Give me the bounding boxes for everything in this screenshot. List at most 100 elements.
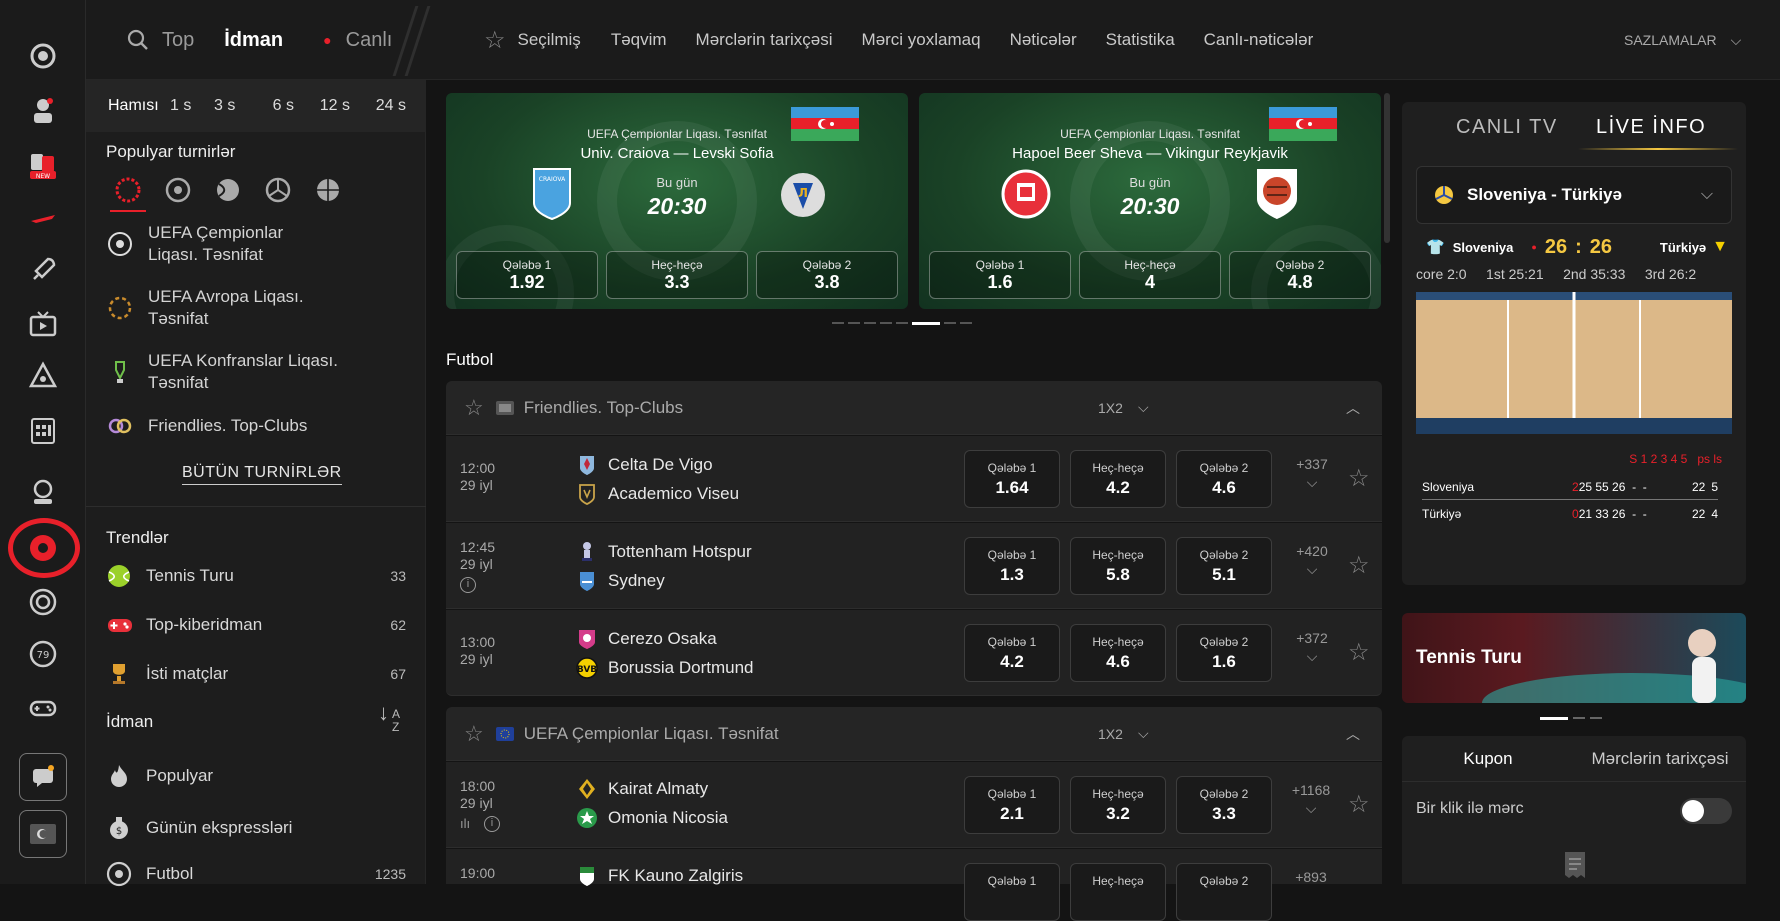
tab-canli[interactable]: Canlı [346,29,393,52]
tab-top[interactable]: Top [162,29,194,52]
sports-football-icon[interactable] [23,528,63,568]
home-team[interactable]: Cerezo Osaka [576,628,717,650]
trend-item[interactable]: Top-kiberidman 62 [106,605,406,645]
tab-idman[interactable]: İdman [224,29,283,52]
poker-icon[interactable] [23,356,63,396]
away-team[interactable]: Sydney [576,570,665,592]
star-icon[interactable]: ☆ [464,721,484,747]
favorite-star-icon[interactable]: ☆ [1348,790,1372,818]
sport-item[interactable]: $ Günün ekspressləri [106,808,406,848]
carousel-dot[interactable] [832,322,844,324]
league-header[interactable]: ☆ Friendlies. Top-Clubs 1X2 ⌵ ︿ [446,381,1382,435]
info-icon[interactable]: i [460,577,476,593]
odds-button[interactable]: Heç-heçə [1070,863,1166,921]
featured-match-card[interactable]: UEFA Çempionlar Liqası. Təsnifat Univ. C… [446,93,908,309]
banner-odds-button[interactable]: Qələbə 2 3.8 [756,251,898,299]
promo-dot[interactable] [1590,717,1602,719]
away-team[interactable]: Academico Viseu [576,483,739,505]
time-filter-24h[interactable]: 24 s [350,97,406,115]
carousel-dot[interactable] [864,322,876,324]
banner-odds-button[interactable]: Qələbə 1 1.6 [929,251,1071,299]
bingo-icon[interactable] [23,410,63,450]
nav-teqvim[interactable]: Təqvim [611,30,667,50]
nav-yoxlama[interactable]: Mərci yoxlamaq [862,30,981,50]
home-team[interactable]: Celta De Vigo [576,454,713,476]
carousel-dot[interactable] [848,322,860,324]
market-select[interactable]: 1X2 [1098,726,1123,742]
odds-button[interactable]: Heç-heçə 3.2 [1070,776,1166,834]
promo-dot[interactable] [1573,717,1585,719]
featured-match-card[interactable]: UEFA Çempionlar Liqası. Təsnifat Hapoel … [919,93,1381,309]
league-header[interactable]: ☆ UEFA Çempionlar Liqası. Təsnifat 1X2 ⌵… [446,707,1382,761]
match-row[interactable]: 12:45 29 iyl i Tottenham Hotspur Sydney … [446,523,1382,609]
match-select-dropdown[interactable]: Sloveniya - Türkiyə ⌵ [1416,166,1732,224]
sport-item[interactable]: Populyar [106,756,406,796]
carousel-dot[interactable] [960,322,972,324]
time-filter-1h[interactable]: 1 s [170,97,214,115]
match-row[interactable]: 18:00 29 iyl ılı i Kairat Almaty Omonia … [446,762,1382,848]
match-row[interactable]: 12:00 29 iyl Celta De Vigo Academico Vis… [446,436,1382,522]
tab-kupon[interactable]: Kupon [1402,749,1574,769]
football-filter-icon[interactable] [164,176,192,204]
odds-button[interactable]: Heç-heçə 4.2 [1070,450,1166,508]
tournament-item[interactable]: UEFA Çempionlar Liqası. Təsnifat [106,222,406,266]
odds-button[interactable]: Qələbə 1 1.64 [964,450,1060,508]
settings-dropdown[interactable]: SAZLAMALAR ⌵ [1624,0,1741,80]
tab-bet-history[interactable]: Mərclərin tarixçəsi [1574,749,1746,769]
casino-new-icon[interactable]: NEW [23,146,63,186]
carousel-dot[interactable] [944,322,956,324]
time-filter-all[interactable]: Hamısı [108,97,170,115]
gamepad-rail-icon[interactable] [23,688,63,728]
match-row[interactable]: 19:00 FK Kauno Zalgiris Qələbə 1 Heç-heç… [446,849,1382,921]
sport-item[interactable]: Futbol 1235 [106,854,406,894]
more-markets[interactable]: +420 ⌵ [1292,543,1332,578]
favorite-star-icon[interactable]: ☆ [1348,551,1372,579]
chevron-up-icon[interactable]: ︿ [1346,724,1360,744]
away-team[interactable]: BVB Borussia Dortmund [576,657,754,679]
nav-statistika[interactable]: Statistika [1106,30,1175,50]
odds-button[interactable]: Qələbə 1 4.2 [964,624,1060,682]
basketball-filter-icon[interactable] [314,176,342,204]
aviator-icon[interactable] [23,198,63,238]
dealer-icon[interactable] [23,90,63,130]
market-select[interactable]: 1X2 [1098,400,1123,416]
odds-button[interactable]: Qələbə 1 [964,863,1060,921]
odds-button[interactable]: Qələbə 1 2.1 [964,776,1060,834]
stats-icon[interactable]: ılı [460,816,470,831]
nav-canli-neticeler[interactable]: Canlı-nəticələr [1204,30,1314,50]
chevron-down-icon[interactable]: ⌵ [1138,725,1149,742]
flag-language-icon[interactable] [19,810,67,858]
search-icon[interactable] [126,28,150,52]
tv-games-icon[interactable] [23,304,63,344]
home-team[interactable]: Tottenham Hotspur [576,541,752,563]
trend-item[interactable]: İsti matçlar 67 [106,654,406,694]
odds-button[interactable]: Qələbə 2 3.3 [1176,776,1272,834]
carousel-dot[interactable] [880,322,892,324]
more-markets[interactable]: +1168 ⌵ [1286,782,1336,817]
tournament-item[interactable]: UEFA Avropa Liqası. Təsnifat [106,286,406,330]
target-icon[interactable] [23,582,63,622]
favorite-star-icon[interactable]: ☆ [1348,464,1372,492]
esports-icon[interactable] [23,472,63,512]
banner-odds-button[interactable]: Qələbə 1 1.92 [456,251,598,299]
rocket-icon[interactable] [23,250,63,290]
more-markets[interactable]: +337 ⌵ [1292,456,1332,491]
chevron-up-icon[interactable]: ︿ [1346,398,1360,418]
tab-live-info[interactable]: LİVE İNFO [1596,116,1706,139]
odds-button[interactable]: Qələbə 1 1.3 [964,537,1060,595]
time-filter-3h[interactable]: 3 s [214,97,248,115]
more-markets[interactable]: +893 [1286,869,1336,885]
carousel-dot-active[interactable] [912,322,940,325]
banner-odds-button[interactable]: Qələbə 2 4.8 [1229,251,1371,299]
odds-button[interactable]: Qələbə 2 [1176,863,1272,921]
banner-odds-button[interactable]: Heç-heçə 4 [1079,251,1221,299]
sort-az-button[interactable]: ↓ A Z [378,702,414,736]
odds-button[interactable]: Heç-heçə 4.6 [1070,624,1166,682]
volleyball-filter-icon[interactable] [264,176,292,204]
tab-canli-tv[interactable]: CANLI TV [1456,116,1558,139]
nav-neticeler[interactable]: Nəticələr [1010,30,1077,50]
match-row[interactable]: 13:00 29 iyl Cerezo Osaka BVB Borussia Do… [446,610,1382,696]
keno-79-icon[interactable]: 79 [23,634,63,674]
live-icon[interactable] [23,36,63,76]
chevron-down-icon[interactable]: ⌵ [1138,399,1149,416]
